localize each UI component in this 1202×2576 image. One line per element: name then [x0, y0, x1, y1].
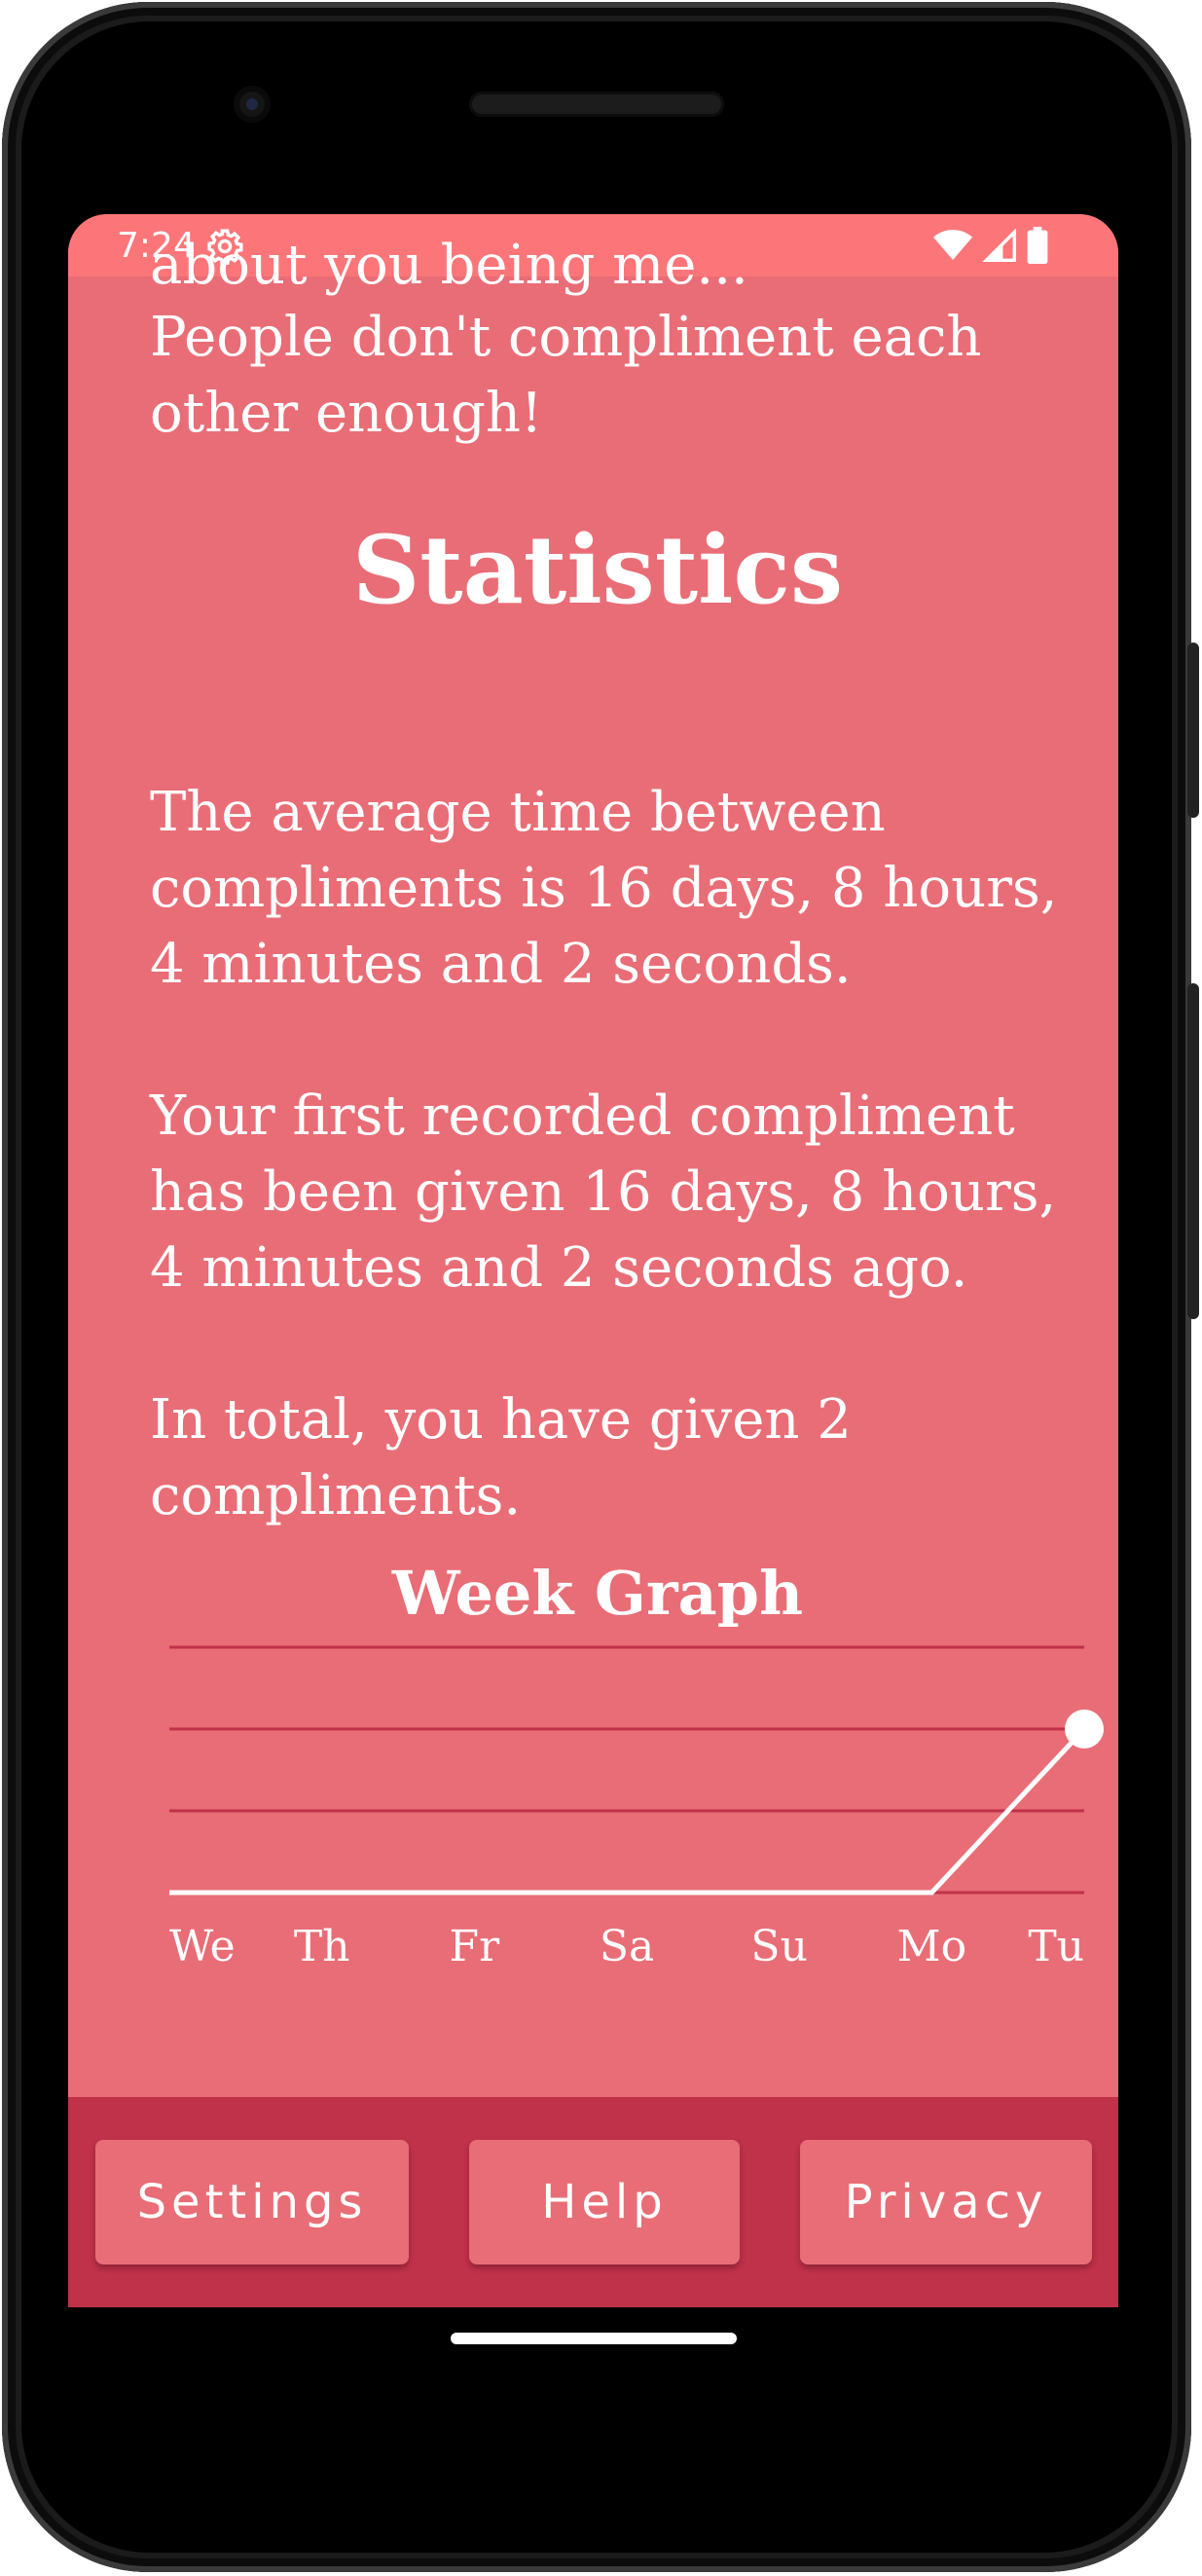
x-tick-label: We	[169, 1922, 236, 1971]
x-tick-label: Tu	[1028, 1922, 1084, 1971]
settings-button[interactable]: Settings	[95, 2140, 409, 2264]
intro-text: People don't compliment each other enoug…	[150, 306, 982, 445]
first-compliment-text: Your first recorded compliment has been …	[150, 1085, 1057, 1300]
earpiece-speaker	[469, 92, 724, 117]
home-indicator[interactable]	[451, 2333, 737, 2344]
statistics-heading: Statistics	[351, 515, 844, 625]
help-button[interactable]: Help	[469, 2140, 740, 2264]
data-point	[1065, 1710, 1104, 1748]
app-screen: 7:24 about you being me... People don't …	[68, 214, 1118, 2307]
cut-off-text: about you being me...	[150, 234, 748, 297]
power-button	[1187, 643, 1199, 818]
x-tick-label: Mo	[897, 1922, 967, 1971]
x-tick-label: Fr	[450, 1922, 501, 1971]
front-camera	[234, 86, 271, 123]
privacy-button[interactable]: Privacy	[800, 2140, 1092, 2264]
total-compliments-text: In total, you have given 2 compliments.	[150, 1388, 852, 1527]
x-tick-label: Su	[750, 1922, 807, 1971]
bottom-nav-bar: Settings Help Privacy	[68, 2097, 1118, 2307]
average-time-text: The average time between compliments is …	[150, 781, 1058, 996]
week-graph: We Th Fr Sa Su Mo Tu	[169, 1645, 1104, 1971]
week-graph-title: Week Graph	[391, 1558, 804, 1629]
x-tick-label: Th	[294, 1922, 350, 1971]
x-tick-label: Sa	[600, 1922, 654, 1971]
volume-button	[1187, 983, 1199, 1319]
